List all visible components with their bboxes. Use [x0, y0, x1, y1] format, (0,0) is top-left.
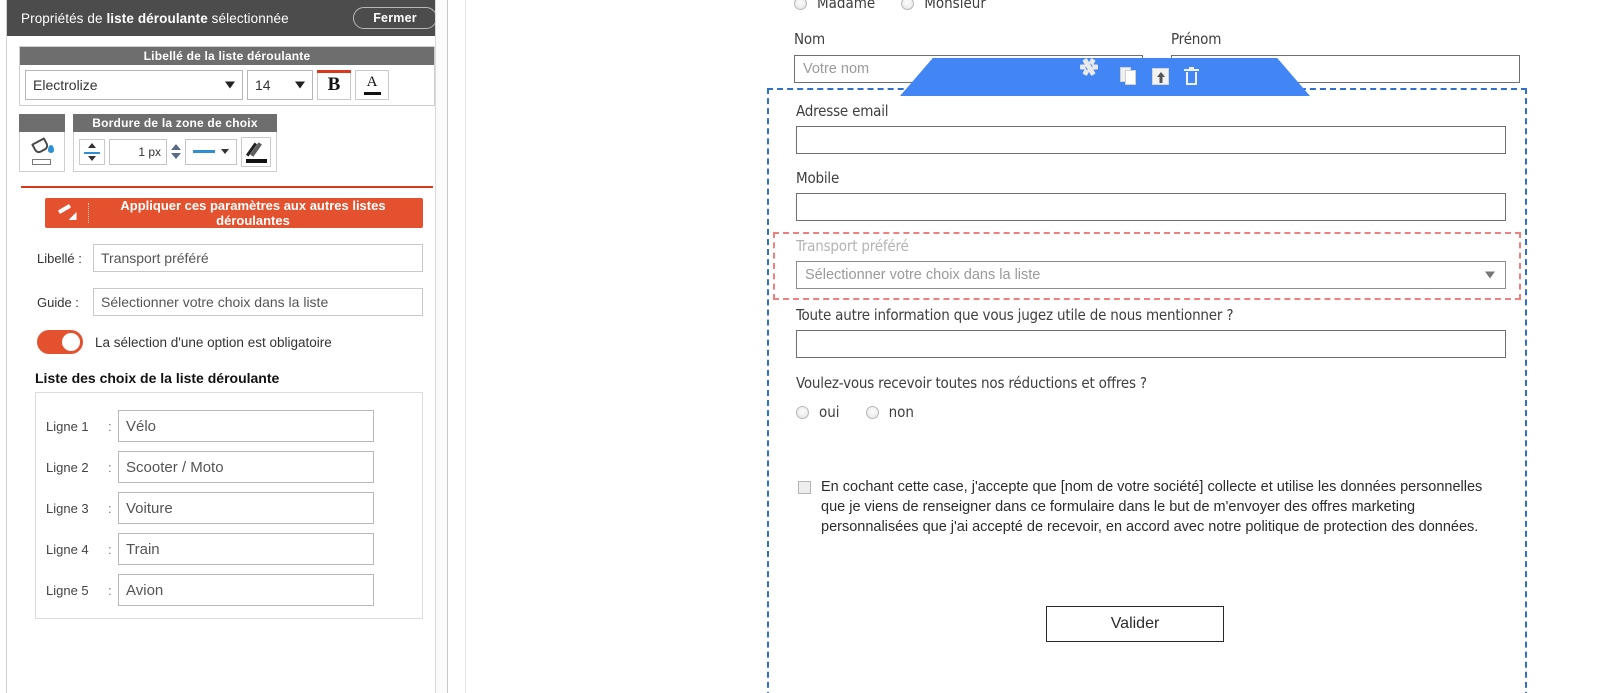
radio-madame-label: Madame [817, 0, 876, 12]
nom-label: Nom [794, 30, 825, 48]
choice-separator: : [108, 500, 112, 516]
bold-button[interactable]: B [317, 70, 351, 100]
underline-bar [363, 92, 381, 95]
panel-title-bold: liste déroulante [106, 10, 208, 26]
font-toolbar-row: Electrolize 14 B A [20, 65, 434, 105]
underline-a-icon: A [363, 74, 381, 95]
chevron-down-icon [221, 149, 229, 154]
border-group-title: Bordure de la zone de choix [73, 114, 277, 132]
fill-group-title [19, 114, 65, 132]
chevron-down-icon [225, 81, 235, 89]
line-style-icon [193, 150, 215, 153]
border-color-button[interactable] [241, 136, 271, 167]
choice-input[interactable]: Scooter / Moto [118, 451, 374, 483]
brush-icon [45, 203, 89, 223]
choice-input[interactable]: Avion [118, 574, 374, 606]
close-button[interactable]: Fermer [353, 7, 437, 29]
salutation-radio-group: Madame Monsieur [794, 0, 986, 12]
choice-input[interactable]: Voiture [118, 492, 374, 524]
panel-title: Propriétés de liste déroulante sélection… [21, 11, 353, 26]
text-color-button[interactable]: A [355, 70, 389, 100]
form-preview-area: Madame Monsieur Nom Votre nom Prénom Adr… [465, 0, 1623, 693]
bold-label: B [327, 74, 341, 95]
choice-separator: : [108, 459, 112, 475]
border-width-input[interactable]: 1 px [109, 138, 167, 165]
border-width-stepper[interactable] [171, 144, 181, 159]
paint-bucket-icon [30, 136, 54, 165]
move-up-icon[interactable] [1151, 67, 1171, 87]
border-style-select[interactable] [185, 138, 237, 165]
divider [465, 0, 466, 693]
fill-border-row: Bordure de la zone de choix 1 px [19, 114, 435, 172]
apply-to-all-button[interactable]: Appliquer ces paramètres aux autres list… [45, 198, 423, 228]
label-field-label: Libellé : [37, 250, 82, 266]
element-toolbar [900, 58, 1310, 96]
screen-root: Propriétés de liste déroulante sélection… [0, 0, 1623, 693]
choice-input[interactable]: Train [118, 533, 374, 565]
prenom-label: Prénom [1171, 30, 1222, 48]
choice-label: Ligne 5 [46, 582, 89, 598]
font-family-value: Electrolize [33, 77, 98, 93]
properties-panel-header: Propriétés de liste déroulante sélection… [7, 0, 447, 36]
font-size-value: 14 [255, 77, 271, 93]
properties-panel-inner: Propriétés de liste déroulante sélection… [6, 0, 447, 693]
choice-separator: : [108, 418, 112, 434]
font-family-select[interactable]: Electrolize [25, 70, 243, 100]
duplicate-icon[interactable] [1119, 67, 1140, 87]
choice-separator: : [108, 541, 112, 557]
fill-color-group [19, 114, 65, 172]
selection-outline-block [767, 88, 1527, 693]
properties-panel-body: Libellé de la liste déroulante Electroli… [7, 36, 447, 619]
guide-field-label: Guide : [37, 294, 79, 310]
list-item: Ligne 2 : Scooter / Moto [46, 451, 422, 483]
list-item: Ligne 5 : Avion [46, 574, 422, 606]
label-field-input[interactable]: Transport préféré [93, 244, 423, 272]
guide-field-input[interactable]: Sélectionner votre choix dans la liste [93, 288, 423, 316]
required-toggle-label: La sélection d'une option est obligatoir… [95, 334, 332, 350]
delete-icon[interactable] [1182, 67, 1202, 87]
choices-list: Ligne 1 : Vélo Ligne 2 : Scooter / Moto … [35, 392, 423, 619]
font-group-title: Libellé de la liste déroulante [20, 47, 434, 65]
choice-label: Ligne 1 [46, 418, 89, 434]
list-item: Ligne 4 : Train [46, 533, 422, 565]
border-thickness-icon[interactable] [79, 138, 105, 165]
radio-monsieur[interactable] [901, 0, 915, 10]
border-settings-group: Bordure de la zone de choix 1 px [73, 114, 277, 172]
selected-element-outline [773, 232, 1521, 300]
panel-title-suffix: sélectionnée [207, 10, 289, 26]
panel-title-prefix: Propriétés de [21, 10, 107, 26]
apply-to-all-label: Appliquer ces paramètres aux autres list… [120, 198, 386, 228]
border-controls-row: 1 px [73, 132, 277, 172]
radio-monsieur-label: Monsieur [924, 0, 986, 12]
settings-icon[interactable] [1081, 58, 1109, 87]
chevron-down-icon [295, 81, 305, 89]
divider [21, 186, 433, 188]
choice-label: Ligne 2 [46, 459, 89, 475]
choice-separator: : [108, 582, 112, 598]
panel-scrollbar[interactable] [435, 0, 447, 693]
choice-label: Ligne 3 [46, 500, 89, 516]
label-field-row: Libellé : Transport préféré [37, 244, 423, 272]
font-settings-group: Libellé de la liste déroulante Electroli… [19, 46, 435, 106]
underline-letter: A [366, 74, 378, 90]
list-item: Ligne 1 : Vélo [46, 410, 422, 442]
required-toggle-row: La sélection d'une option est obligatoir… [37, 330, 423, 354]
radio-madame[interactable] [794, 0, 807, 10]
properties-panel: Propriétés de liste déroulante sélection… [0, 0, 448, 693]
guide-field-row: Guide : Sélectionner votre choix dans la… [37, 288, 423, 316]
list-item: Ligne 3 : Voiture [46, 492, 422, 524]
choice-input[interactable]: Vélo [118, 410, 374, 442]
choices-section-title: Liste des choix de la liste déroulante [35, 370, 280, 386]
font-size-select[interactable]: 14 [247, 70, 313, 100]
fill-button[interactable] [19, 132, 65, 172]
choice-label: Ligne 4 [46, 541, 89, 557]
required-toggle[interactable] [37, 330, 83, 354]
